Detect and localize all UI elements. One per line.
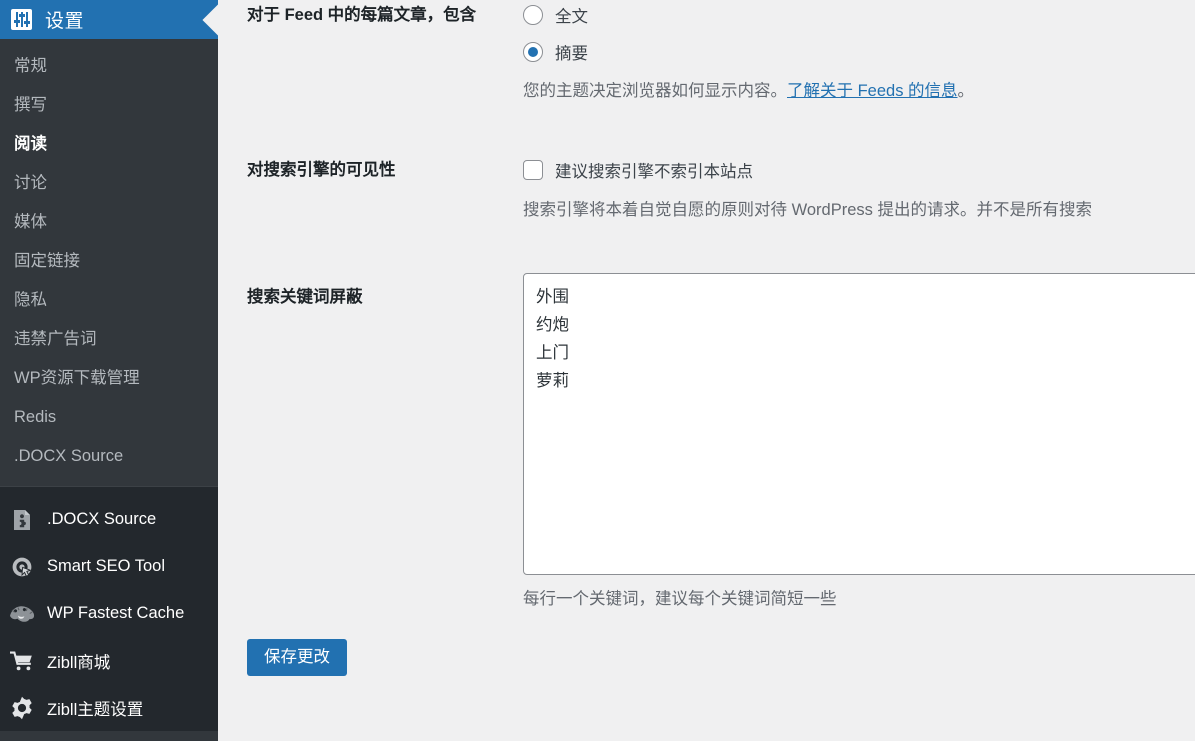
sidebar-item-wp-download[interactable]: WP资源下载管理 — [0, 359, 218, 398]
feed-content-field: 全文 摘要 您的主题决定浏览器如何显示内容。了解关于 Feeds 的信息。 — [523, 0, 1195, 104]
plugin-item-smart-seo-tool[interactable]: Smart SEO Tool — [0, 543, 218, 590]
gear-icon — [8, 694, 36, 722]
radio-feed-summary-label: 摘要 — [555, 44, 588, 63]
wordpress-admin-screen: 设置 常规 撰写 阅读 讨论 媒体 固定链接 隐私 违禁广告词 WP资源下载管理… — [0, 0, 1195, 741]
sidebar-item-writing[interactable]: 撰写 — [0, 86, 218, 125]
feed-option-summary[interactable]: 摘要 — [523, 37, 1195, 66]
keyword-block-textarea[interactable] — [523, 273, 1195, 575]
keyword-block-help: 每行一个关键词，建议每个关键词简短一些 — [523, 590, 837, 608]
plugin-label: Smart SEO Tool — [47, 557, 165, 575]
settings-sliders-icon — [11, 9, 32, 30]
submit-area: 保存更改 — [247, 639, 347, 677]
sidebar-item-media[interactable]: 媒体 — [0, 203, 218, 242]
sidebar-item-banned-ads[interactable]: 违禁广告词 — [0, 320, 218, 359]
keyword-block-row: 搜索关键词屏蔽 每行一个关键词，建议每个关键词简短一些 — [218, 273, 1195, 612]
sidebar-item-general[interactable]: 常规 — [0, 47, 218, 86]
document-plugin-icon — [8, 506, 36, 534]
feeds-info-link[interactable]: 了解关于 Feeds 的信息 — [787, 82, 958, 100]
checkbox-discourage-label: 建议搜索引擎不索引本站点 — [555, 162, 753, 181]
sidebar-item-privacy[interactable]: 隐私 — [0, 281, 218, 320]
save-changes-button[interactable]: 保存更改 — [247, 639, 347, 677]
search-visibility-label: 对搜索引擎的可见性 — [247, 161, 396, 179]
sidebar-item-discussion[interactable]: 讨论 — [0, 164, 218, 203]
cheetah-icon — [8, 600, 36, 628]
sidebar-item-permalinks[interactable]: 固定链接 — [0, 242, 218, 281]
feed-content-row: 对于 Feed 中的每篇文章，包含 全文 摘要 您的主题决定浏览器如何显示内容。… — [218, 0, 1195, 104]
plugin-menu: .DOCX Source Smart SEO Tool WP Fastest C… — [0, 487, 218, 731]
sidebar-header-settings[interactable]: 设置 — [0, 0, 218, 39]
shopping-cart-icon — [8, 647, 36, 675]
sidebar-item-redis[interactable]: Redis — [0, 398, 218, 437]
search-visibility-row: 对搜索引擎的可见性 建议搜索引擎不索引本站点 搜索引擎将本着自觉自愿的原则对待 … — [218, 155, 1195, 223]
sidebar-item-docx-source[interactable]: .DOCX Source — [0, 437, 218, 476]
plugin-label: Zibll主题设置 — [47, 700, 144, 719]
search-visibility-field: 建议搜索引擎不索引本站点 搜索引擎将本着自觉自愿的原则对待 WordPress … — [523, 155, 1195, 223]
plugin-label: Zibll商城 — [47, 653, 111, 672]
settings-submenu: 常规 撰写 阅读 讨论 媒体 固定链接 隐私 违禁广告词 WP资源下载管理 Re… — [0, 39, 218, 486]
plugin-item-docx-source[interactable]: .DOCX Source — [0, 496, 218, 543]
feed-help-prefix: 您的主题决定浏览器如何显示内容。 — [523, 82, 787, 100]
seo-target-icon — [8, 553, 36, 581]
sidebar-item-reading[interactable]: 阅读 — [0, 125, 218, 164]
feed-help-text: 您的主题决定浏览器如何显示内容。了解关于 Feeds 的信息。 — [523, 80, 1195, 104]
sidebar-title: 设置 — [45, 11, 85, 32]
admin-sidebar: 设置 常规 撰写 阅读 讨论 媒体 固定链接 隐私 违禁广告词 WP资源下载管理… — [0, 0, 218, 741]
radio-feed-summary[interactable] — [523, 41, 543, 62]
feed-help-suffix: 。 — [957, 82, 975, 100]
search-visibility-help: 搜索引擎将本着自觉自愿的原则对待 WordPress 提出的请求。并不是所有搜索 — [523, 201, 1092, 219]
plugin-item-wp-fastest-cache[interactable]: WP Fastest Cache — [0, 590, 218, 637]
keyword-block-field: 每行一个关键词，建议每个关键词简短一些 — [523, 273, 1195, 612]
radio-feed-full-label: 全文 — [555, 7, 588, 26]
feed-option-full[interactable]: 全文 — [523, 0, 1195, 29]
plugin-item-zibll-theme-settings[interactable]: Zibll主题设置 — [0, 684, 218, 731]
plugin-label: WP Fastest Cache — [47, 604, 185, 622]
feed-content-label: 对于 Feed 中的每篇文章，包含 — [247, 6, 477, 24]
discourage-search-option[interactable]: 建议搜索引擎不索引本站点 — [523, 155, 1195, 184]
settings-reading-form: 对于 Feed 中的每篇文章，包含 全文 摘要 您的主题决定浏览器如何显示内容。… — [218, 0, 1195, 741]
checkbox-discourage-search-engines[interactable] — [523, 159, 543, 180]
keyword-block-label: 搜索关键词屏蔽 — [247, 288, 363, 306]
plugin-item-zibll-shop[interactable]: Zibll商城 — [0, 637, 218, 684]
plugin-label: .DOCX Source — [47, 510, 157, 528]
radio-feed-full[interactable] — [523, 4, 543, 25]
